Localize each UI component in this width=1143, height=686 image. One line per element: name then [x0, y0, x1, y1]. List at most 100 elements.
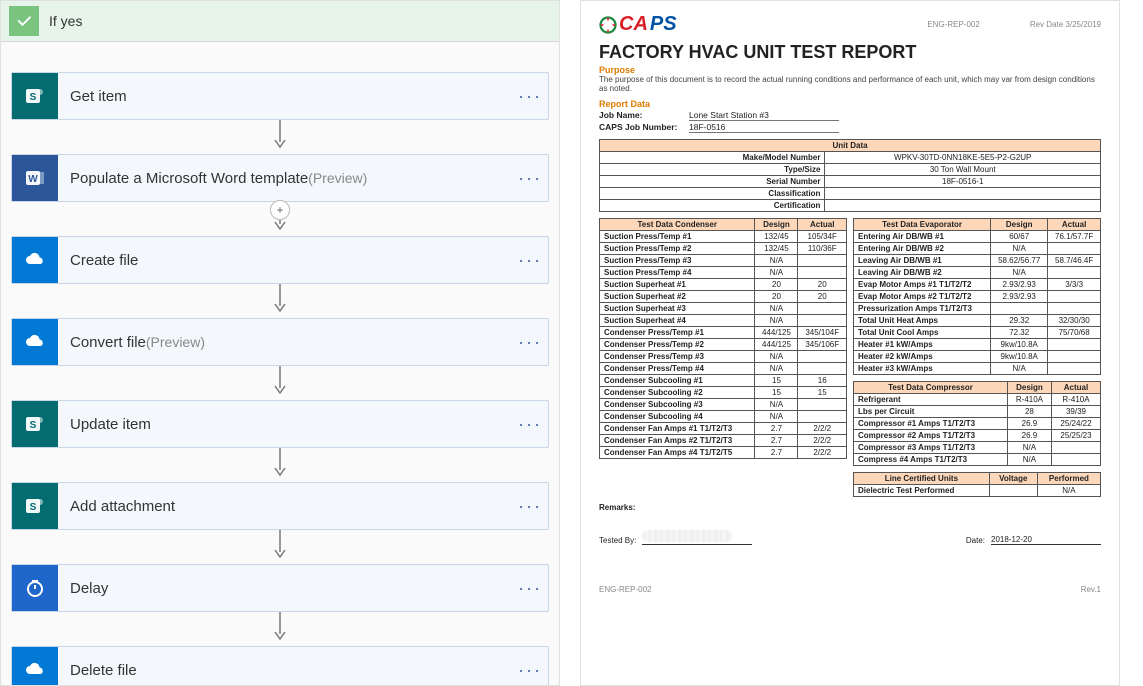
table-row: Dielectric Test PerformedN/A: [854, 485, 1101, 497]
company-logo: CAPS: [599, 13, 677, 36]
flow-step-card[interactable]: SGet item···: [11, 72, 549, 120]
table-row: Compressor #1 Amps T1/T2/T326.925/24/22: [854, 418, 1101, 430]
flow-step-card[interactable]: WPopulate a Microsoft Word template(Prev…: [11, 154, 549, 202]
table-row: RefrigerantR-410AR-410A: [854, 394, 1101, 406]
condition-label: If yes: [49, 13, 82, 29]
footer-rev: Rev.1: [1081, 585, 1101, 594]
table-row: Classification: [600, 188, 1101, 200]
date-value: 2018-12-20: [991, 535, 1101, 545]
table-row: Suction Superheat #4N/A: [600, 315, 847, 327]
report-data-heading: Report Data: [599, 99, 1101, 109]
table-row: Total Unit Cool Amps72.3275/70/68: [854, 327, 1101, 339]
unit-data-table: Unit Data Make/Model NumberWPKV-30TD-0NN…: [599, 139, 1101, 212]
table-row: Certification: [600, 200, 1101, 212]
tested-by-row: Tested By:: [599, 530, 752, 545]
condenser-table: Test Data Condenser Design Actual Suctio…: [599, 218, 847, 459]
table-row: Suction Superheat #22020: [600, 291, 847, 303]
sharepoint-icon: S: [12, 73, 58, 119]
onedrive-icon: [12, 237, 58, 283]
flow-step-card[interactable]: S Update item···: [11, 400, 549, 448]
step-menu-button[interactable]: ···: [512, 483, 548, 529]
sharepoint-icon: S: [12, 401, 58, 447]
flow-arrow: [11, 448, 549, 482]
line-cert-table: Line Certified Units Voltage Performed D…: [853, 472, 1101, 497]
design-header: Design: [1007, 382, 1051, 394]
doc-id: ENG-REP-002: [927, 20, 979, 29]
svg-text:S: S: [30, 92, 37, 103]
step-menu-button[interactable]: ···: [512, 237, 548, 283]
step-menu-button[interactable]: ···: [512, 155, 548, 201]
table-row: Condenser Press/Temp #4N/A: [600, 363, 847, 375]
job-name-row: Job Name: Lone Start Station #3: [599, 110, 1101, 121]
table-row: Pressurization Amps T1/T2/T3: [854, 303, 1101, 315]
table-row: Suction Superheat #3N/A: [600, 303, 847, 315]
flow-step-card[interactable]: SAdd attachment···: [11, 482, 549, 530]
table-row: Condenser Subcooling #3N/A: [600, 399, 847, 411]
table-row: Heater #2 kW/Amps9kw/10.8A: [854, 351, 1101, 363]
step-label: Add attachment: [58, 498, 512, 515]
step-label: Delete file: [58, 662, 512, 679]
step-menu-button[interactable]: ···: [512, 319, 548, 365]
table-row: Condenser Press/Temp #3N/A: [600, 351, 847, 363]
step-label: Create file: [58, 252, 512, 269]
onedrive-icon: [12, 647, 58, 686]
actual-header: Actual: [1051, 382, 1100, 394]
add-step-button[interactable]: +: [270, 200, 290, 220]
flow-step-card[interactable]: Convert file(Preview)···: [11, 318, 549, 366]
step-menu-button[interactable]: ···: [512, 565, 548, 611]
step-menu-button[interactable]: ···: [512, 647, 548, 686]
design-header: Design: [991, 219, 1048, 231]
step-label: Update item: [58, 416, 512, 433]
word-icon: W: [12, 155, 58, 201]
table-row: Condenser Press/Temp #2444/125345/106F: [600, 339, 847, 351]
actual-header: Actual: [798, 219, 847, 231]
job-number-row: CAPS Job Number: 18F-0516: [599, 122, 1101, 133]
flow-step-card[interactable]: Delay···: [11, 564, 549, 612]
step-menu-button[interactable]: ···: [512, 73, 548, 119]
table-row: Entering Air DB/WB #160/6776.1/57.7F: [854, 231, 1101, 243]
table-row: Serial Number18F-0516-1: [600, 176, 1101, 188]
step-label: Convert file(Preview): [58, 334, 512, 351]
performed-header: Performed: [1037, 473, 1100, 485]
table-row: Suction Press/Temp #4N/A: [600, 267, 847, 279]
design-header: Design: [755, 219, 798, 231]
footer-id: ENG-REP-002: [599, 585, 651, 594]
table-row: Evap Motor Amps #1 T1/T2/T22.93/2.933/3/…: [854, 279, 1101, 291]
flow-step-card[interactable]: Create file···: [11, 236, 549, 284]
purpose-heading: Purpose: [599, 65, 1101, 75]
step-label: Delay: [58, 580, 512, 597]
table-row: Condenser Press/Temp #1444/125345/104F: [600, 327, 847, 339]
condition-yes-bar[interactable]: If yes: [1, 1, 559, 42]
gear-icon: [599, 16, 617, 34]
job-name-label: Job Name:: [599, 110, 689, 121]
evaporator-table: Test Data Evaporator Design Actual Enter…: [853, 218, 1101, 375]
compressor-table: Test Data Compressor Design Actual Refri…: [853, 381, 1101, 466]
signature-blur: [642, 530, 732, 542]
table-row: Condenser Subcooling #4N/A: [600, 411, 847, 423]
line-cert-header: Line Certified Units: [854, 473, 990, 485]
job-name-value: Lone Start Station #3: [689, 110, 839, 121]
date-row: Date: 2018-12-20: [966, 530, 1101, 545]
svg-text:S: S: [30, 420, 37, 431]
date-label: Date:: [966, 536, 985, 545]
flow-arrow: [11, 612, 549, 646]
doc-header-meta: ENG-REP-002 Rev Date 3/25/2019: [927, 20, 1101, 29]
remarks-label: Remarks:: [599, 503, 1101, 512]
doc-title: FACTORY HVAC UNIT TEST REPORT: [599, 42, 1101, 63]
table-row: Suction Press/Temp #3N/A: [600, 255, 847, 267]
condenser-header: Test Data Condenser: [600, 219, 755, 231]
job-number-value: 18F-0516: [689, 122, 839, 133]
step-menu-button[interactable]: ···: [512, 401, 548, 447]
voltage-header: Voltage: [989, 473, 1037, 485]
table-row: Leaving Air DB/WB #2N/A: [854, 267, 1101, 279]
flow-arrow: [11, 366, 549, 400]
table-row: Compress #4 Amps T1/T2/T3N/A: [854, 454, 1101, 466]
table-row: Condenser Fan Amps #1 T1/T2/T32.72/2/2: [600, 423, 847, 435]
table-row: Entering Air DB/WB #2N/A: [854, 243, 1101, 255]
onedrive-icon: [12, 319, 58, 365]
flow-step-card[interactable]: Delete file···: [11, 646, 549, 686]
unit-data-header: Unit Data: [600, 140, 1101, 152]
tested-by-label: Tested By:: [599, 536, 636, 545]
document-preview-panel: CAPS ENG-REP-002 Rev Date 3/25/2019 FACT…: [580, 0, 1120, 686]
table-row: Compressor #3 Amps T1/T2/T3N/A: [854, 442, 1101, 454]
